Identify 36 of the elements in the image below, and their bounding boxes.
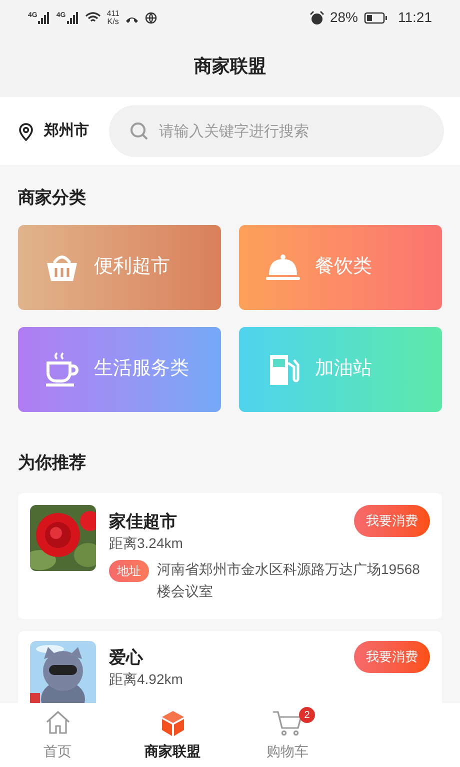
speed-value: 411 [106,10,120,18]
shop-address: 河南省郑州市金水区科源路万达广场19568楼会议室 [157,560,421,600]
search-field[interactable]: 请输入关键字进行搜索 [109,105,444,157]
address-tag: 地址 [109,560,149,582]
shop-name: 家佳超市 [109,511,177,533]
speed-unit: K/s [107,18,119,26]
signal-icon [38,12,50,24]
search-icon [129,121,149,141]
section-title: 商家分类 [18,187,87,209]
signal-icon [66,12,79,24]
cart-icon [272,708,304,736]
location-selector[interactable]: 郑州市 [16,120,89,142]
page-title: 商家联盟 [194,54,266,78]
location-pin-icon [16,121,36,141]
category-tile[interactable]: 便利超市 [18,224,221,310]
battery-icon [364,12,388,24]
home-icon [44,708,72,736]
shop-card[interactable]: 爱心 我要消费 距离4.92km [18,631,442,704]
consume-button[interactable]: 我要消费 [354,641,430,672]
shop-card[interactable]: 家佳超市 我要消费 距离3.24km 地址 河南省郑州市金水区科源路万达广场19568楼会议室 [18,493,442,619]
cart-badge: 2 [299,707,315,723]
alarm-icon [310,10,324,24]
shop-distance: 距离4.92km [109,670,184,688]
consume-button[interactable]: 我要消费 [354,505,430,536]
wifi-icon [84,12,101,24]
clock-time: 11:21 [398,8,432,27]
section-title: 为你推荐 [18,452,87,474]
category-tile[interactable]: 生活服务类 [18,326,221,412]
tab-item[interactable]: 商家联盟 [115,703,230,767]
category-tile[interactable]: 餐饮类 [239,224,442,310]
battery-percent: 28% [330,8,358,27]
shop-distance: 距离3.24km [109,534,184,552]
globe-icon [145,12,158,24]
tab-item[interactable]: 购物车 2 [230,703,345,767]
shop-name: 爱心 [109,647,143,669]
tab-item[interactable]: 首页 [0,703,115,767]
